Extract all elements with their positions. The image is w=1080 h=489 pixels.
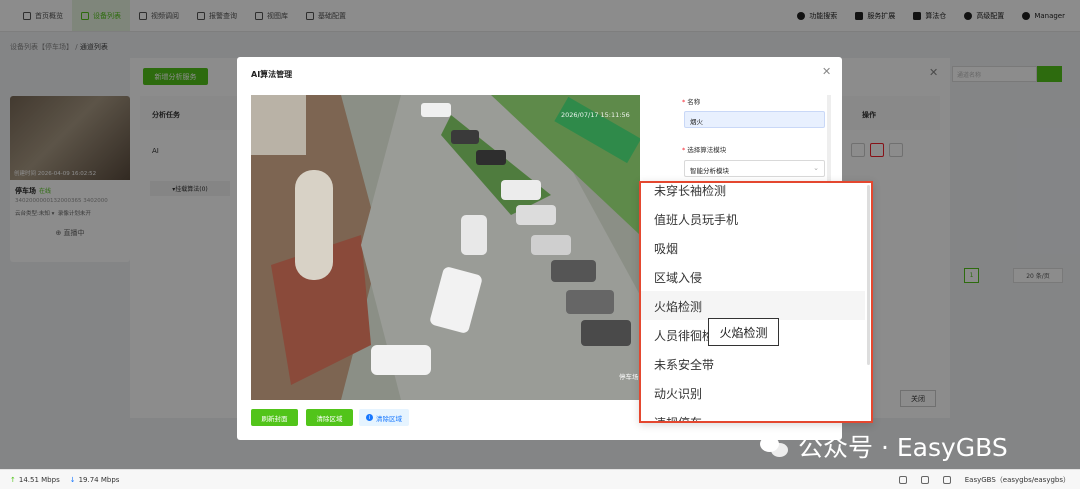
name-label: * 名称 [682, 98, 701, 106]
upload-rate: 14.51 Mbps [18, 475, 60, 484]
dropdown-option[interactable]: 违规停车 [641, 407, 865, 421]
dropdown-option[interactable]: 区域入侵 [641, 262, 865, 291]
dropdown-scrollbar[interactable] [867, 185, 870, 365]
dropdown-option-hovered[interactable]: 火焰检测 [641, 291, 865, 320]
download-rate: 19.74 Mbps [78, 475, 120, 484]
dropdown-option[interactable]: 动火识别 [641, 378, 865, 407]
clear-area-info-button[interactable]: i 清除区域 [359, 409, 409, 426]
name-label-text: 名称 [687, 98, 701, 106]
clear-area-button[interactable]: 清除区域 [306, 409, 353, 426]
info-circle-icon: i [366, 414, 373, 421]
module-select[interactable]: 智能分析模块 ⌄ [684, 160, 825, 177]
dropdown-option[interactable]: 未穿长袖检测 [641, 183, 865, 204]
camera-name-tag: 停车场 [619, 373, 639, 381]
parking-lot-scene [251, 95, 640, 400]
camera-preview[interactable]: 2026/07/17 15:11:56 停车场 [251, 95, 640, 400]
algorithm-dropdown: 未穿长袖检测 值班人员玩手机 吸烟 区域入侵 火焰检测 人员徘徊检测 未系安全带… [639, 181, 873, 423]
module-select-value: 智能分析模块 [690, 167, 729, 175]
doc-icon[interactable] [920, 475, 929, 484]
upload-arrow-icon: ↑ [10, 475, 16, 484]
github-icon[interactable] [898, 475, 907, 484]
watermark: 公众号 · EasyGBS [760, 428, 1008, 464]
module-label: * 选择算法模块 [682, 146, 727, 154]
option-tooltip: 火焰检测 [708, 318, 779, 346]
dropdown-option[interactable]: 吸烟 [641, 233, 865, 262]
dropdown-option[interactable]: 未系安全带 [641, 349, 865, 378]
watermark-text: 公众号 · EasyGBS [798, 433, 1008, 462]
dropdown-option[interactable]: 值班人员玩手机 [641, 204, 865, 233]
chat-icon[interactable] [942, 475, 951, 484]
refresh-cover-button[interactable]: 刷新封面 [251, 409, 298, 426]
module-label-text: 选择算法模块 [687, 146, 727, 154]
clear-area-info-label: 清除区域 [376, 414, 402, 423]
wechat-icon [760, 434, 790, 458]
video-timestamp: 2026/07/17 15:11:56 [561, 111, 630, 119]
name-input[interactable]: 烟火 [684, 111, 825, 128]
download-arrow-icon: ↓ [69, 475, 76, 484]
product-name: EasyGBS（easygbs/easygbs） [964, 475, 1070, 484]
chevron-down-icon: ⌄ [813, 164, 819, 172]
close-icon[interactable]: ✕ [822, 65, 831, 78]
modal-title: AI算法管理 [251, 70, 293, 79]
status-bar: ↑ 14.51 Mbps ↓ 19.74 Mbps EasyGBS（easygb… [0, 469, 1080, 489]
